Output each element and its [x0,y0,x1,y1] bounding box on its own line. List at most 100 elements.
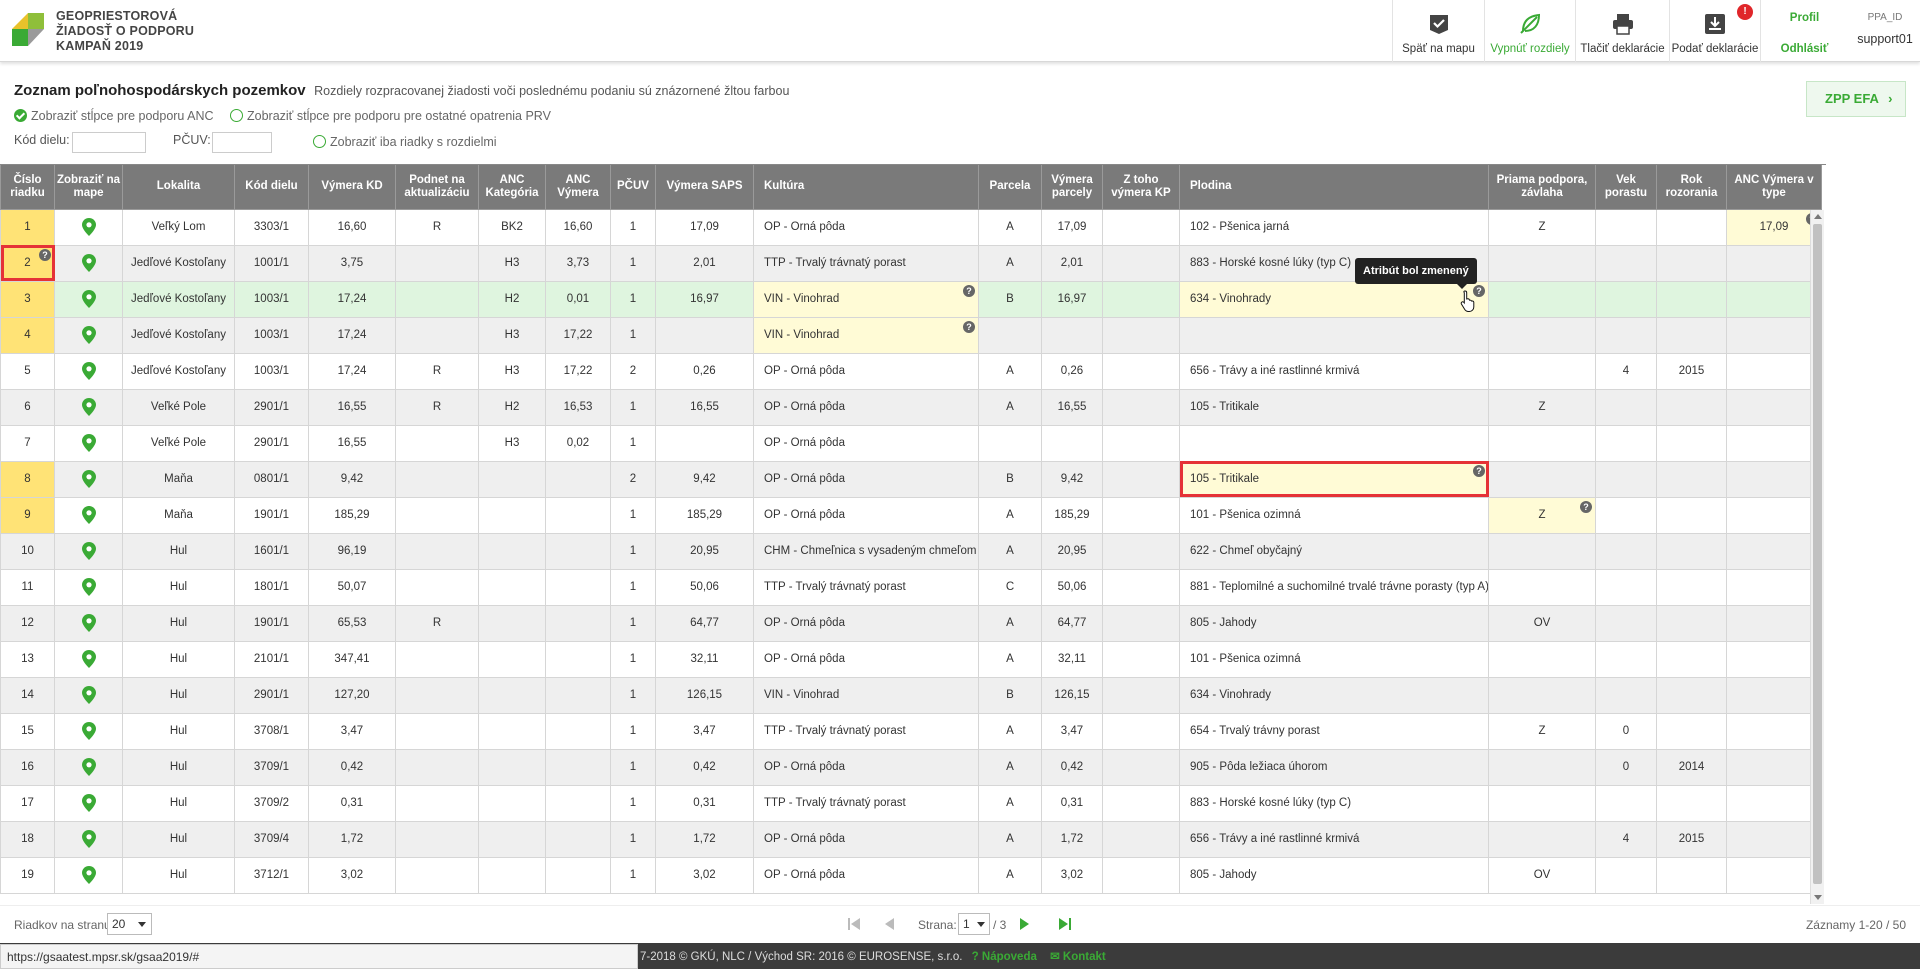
col-header-show-map[interactable]: Zobraziť na mape [54,165,123,210]
col-header-parcel-area[interactable]: Výmera parcely [1041,165,1103,210]
cell-show-on-map[interactable] [54,496,123,534]
map-pin-icon[interactable] [81,758,96,776]
per-page-select[interactable]: 20 [107,913,152,935]
checked-circle-icon[interactable] [14,109,27,122]
table-row[interactable]: 16 Hul 3709/1 0,42 1 0,42 OP - Orná pôda A 0,42 9… [0,748,1822,786]
question-mark-icon[interactable]: ? [1473,464,1485,477]
scroll-down-arrow-icon[interactable] [1814,895,1822,900]
profile-link[interactable]: Profil [1761,12,1848,24]
col-header-anc-category[interactable]: ANC Kategória [478,165,546,210]
map-pin-icon[interactable] [81,218,96,236]
map-pin-icon[interactable] [81,866,96,884]
table-row[interactable]: 5 Jedľové Kostoľany 1003/1 17,24 R H3 17,22 2 0,… [0,352,1822,390]
next-page-icon[interactable] [1016,915,1034,933]
map-pin-icon[interactable] [81,542,96,560]
cell-show-on-map[interactable] [54,568,123,606]
table-row[interactable]: 2? Jedľové Kostoľany 1001/1 3,75 H3 3,73 1 2,01… [0,244,1822,282]
cell-show-on-map[interactable] [54,820,123,858]
help-link[interactable]: ? Nápoveda [972,951,1037,963]
map-pin-icon[interactable] [81,614,96,632]
previous-page-icon[interactable] [880,915,898,933]
app-logo-icon[interactable] [12,13,44,46]
col-header-direct-support[interactable]: Priama podpora, závlaha [1488,165,1596,210]
map-pin-icon[interactable] [81,290,96,308]
table-row[interactable]: 11 Hul 1801/1 50,07 1 50,06 TTP - Trvalý trávn… [0,568,1822,606]
col-header-plough-year[interactable]: Rok rozorania [1656,165,1727,210]
first-page-icon[interactable] [845,915,863,933]
map-pin-icon[interactable] [81,470,96,488]
col-header-locality[interactable]: Lokalita [122,165,235,210]
table-row[interactable]: 19 Hul 3712/1 3,02 1 3,02 OP - Orná pôda A 3,02 8… [0,856,1822,894]
question-mark-icon[interactable]: ? [963,284,975,297]
map-pin-icon[interactable] [81,434,96,452]
cell-show-on-map[interactable] [54,388,123,426]
table-row[interactable]: 6 Veľké Pole 2901/1 16,55 R H2 16,53 1 16,55 OP -… [0,388,1822,426]
cell-show-on-map[interactable] [54,748,123,786]
cell-show-on-map[interactable] [54,244,123,282]
table-row[interactable]: 7 Veľké Pole 2901/1 16,55 H3 0,02 1 OP - Orná p… [0,424,1822,462]
col-header-pcuv[interactable]: PČUV [610,165,656,210]
col-header-saps-area[interactable]: Výmera SAPS [655,165,754,210]
table-row[interactable]: 13 Hul 2101/1 347,41 1 32,11 OP - Orná pôda A 32… [0,640,1822,678]
filter-kd-input[interactable] [72,132,146,153]
logout-link[interactable]: Odhlásiť [1761,43,1848,55]
map-pin-icon[interactable] [81,578,96,596]
cell-show-on-map[interactable] [54,604,123,642]
filter-pcuv-input[interactable] [212,132,272,153]
map-pin-icon[interactable] [81,686,96,704]
col-header-anc-area[interactable]: ANC Výmera [545,165,611,210]
table-row[interactable]: 14 Hul 2901/1 127,20 1 126,15 VIN - Vinohrad B 1… [0,676,1822,714]
table-row[interactable]: 8 Maňa 0801/1 9,42 2 9,42 OP - Orná pôda B 9,42 1… [0,460,1822,498]
col-header-culture[interactable]: Kultúra [753,165,979,210]
map-pin-icon[interactable] [81,650,96,668]
col-header-block-code[interactable]: Kód dielu [234,165,309,210]
show-prv-columns-option[interactable]: Zobraziť stĺpce pre podporu pre ostatné … [230,109,551,123]
col-header-kp-area[interactable]: Z toho výmera KP [1102,165,1180,210]
question-mark-icon[interactable]: ? [1580,500,1592,513]
unchecked-circle-icon[interactable] [313,135,326,148]
cell-show-on-map[interactable] [54,460,123,498]
print-declarations-button[interactable]: Tlačiť deklarácie [1575,0,1669,62]
back-to-map-button[interactable]: Späť na mapu [1392,0,1484,62]
col-header-kd-area[interactable]: Výmera KD [308,165,396,210]
cell-show-on-map[interactable] [54,532,123,570]
col-header-anc-area-type[interactable]: ANC Výmera v type [1726,165,1822,210]
table-row[interactable]: 9 Maňa 1901/1 185,29 1 185,29 OP - Orná pôda A 1… [0,496,1822,534]
cell-show-on-map[interactable] [54,676,123,714]
map-pin-icon[interactable] [81,398,96,416]
scroll-up-arrow-icon[interactable] [1814,214,1822,219]
table-row[interactable]: 12 Hul 1901/1 65,53 R 1 64,77 OP - Orná pôda A 64… [0,604,1822,642]
cell-show-on-map[interactable] [54,208,123,246]
cell-show-on-map[interactable] [54,424,123,462]
scrollbar-thumb[interactable] [1813,224,1822,884]
cell-show-on-map[interactable] [54,280,123,318]
show-anc-columns-option[interactable]: Zobraziť stĺpce pre podporu ANC [14,109,214,123]
cell-show-on-map[interactable] [54,784,123,822]
toggle-differences-button[interactable]: Vypnúť rozdiely [1484,0,1575,62]
table-row[interactable]: 4 Jedľové Kostoľany 1003/1 17,24 H3 17,22 1 VIN… [0,316,1822,354]
cell-show-on-map[interactable] [54,316,123,354]
question-mark-icon[interactable]: ? [39,248,51,261]
map-pin-icon[interactable] [81,326,96,344]
unchecked-circle-icon[interactable] [230,109,243,122]
map-pin-icon[interactable] [81,794,96,812]
table-row[interactable]: 3 Jedľové Kostoľany 1003/1 17,24 H2 0,01 1 16,9… [0,280,1822,318]
cell-show-on-map[interactable] [54,352,123,390]
map-pin-icon[interactable] [81,254,96,272]
col-header-update-request[interactable]: Podnet na aktualizáciu [395,165,479,210]
table-scrollbar[interactable] [1810,210,1824,904]
table-row[interactable]: 1 Veľký Lom 3303/1 16,60 R BK2 16,60 1 17,09 OP -… [0,208,1822,246]
only-diff-rows-option[interactable]: Zobraziť iba riadky s rozdielmi [313,135,497,149]
zpp-efa-button[interactable]: ZPP EFA › [1806,81,1906,117]
cell-show-on-map[interactable] [54,856,123,894]
map-pin-icon[interactable] [81,362,96,380]
cell-show-on-map[interactable] [54,712,123,750]
last-page-icon[interactable] [1056,915,1074,933]
table-row[interactable]: 10 Hul 1601/1 96,19 1 20,95 CHM - Chmeľnica s … [0,532,1822,570]
map-pin-icon[interactable] [81,830,96,848]
page-select[interactable]: 1 [958,913,990,935]
map-pin-icon[interactable] [81,506,96,524]
table-row[interactable]: 17 Hul 3709/2 0,31 1 0,31 TTP - Trvalý trávnat… [0,784,1822,822]
col-header-parcel[interactable]: Parcela [978,165,1042,210]
cell-show-on-map[interactable] [54,640,123,678]
